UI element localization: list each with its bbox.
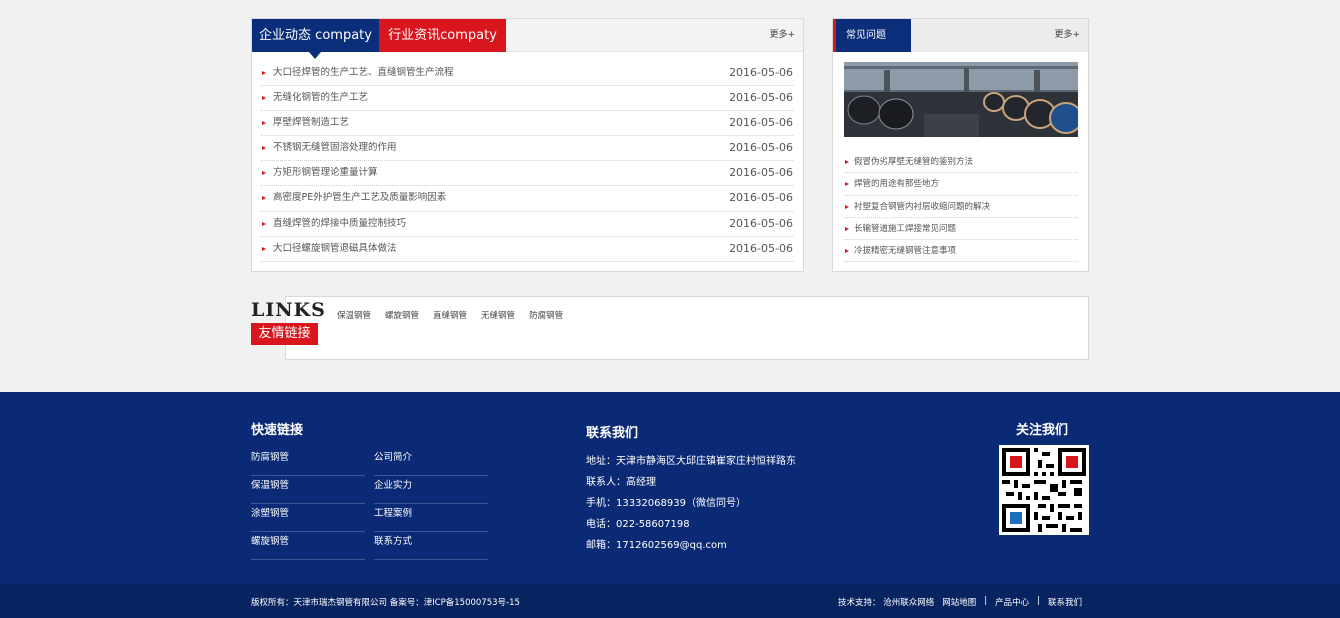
news-date: 2016-05-06 [729, 66, 793, 79]
tab-company-news[interactable]: 企业动态 compaty [252, 19, 379, 59]
news-date: 2016-05-06 [729, 166, 793, 180]
news-item[interactable]: 无缝化钢管的生产工艺 2016-05-06 [261, 86, 793, 112]
news-panel: 企业动态 compaty 行业资讯compaty 更多+ 大口径焊管的生产工艺、… [251, 18, 804, 272]
news-title[interactable]: 不锈钢无缝管固溶处理的作用 [273, 142, 397, 153]
friend-link[interactable]: 防腐钢管 [529, 309, 563, 321]
news-date: 2016-05-06 [729, 241, 793, 255]
faq-title[interactable]: 常见问题 [836, 19, 911, 52]
contact-person: 联系人：高经理 [586, 477, 656, 488]
news-more-link[interactable]: 更多+ [769, 19, 795, 52]
news-title[interactable]: 方矩形钢管理论重量计算 [273, 167, 378, 178]
news-title[interactable]: 直缝焊管的焊接中质量控制技巧 [273, 218, 406, 229]
news-list: 大口径焊管的生产工艺、直缝钢管生产流程 2016-05-06 无缝化钢管的生产工艺… [252, 52, 803, 262]
tech-support[interactable]: 技术支持： 沧州联众网络 [838, 596, 934, 608]
qr-code-graphic [1002, 448, 1086, 532]
friend-links-panel [285, 296, 1089, 360]
quick-link[interactable]: 涂塑钢管 [251, 504, 365, 532]
news-item[interactable]: 高密度PE外护管生产工艺及质量影响因素 2016-05-06 [261, 186, 793, 212]
faq-list: 假冒伪劣厚壁无缝管的鉴别方法 焊管的用途有那些地方 衬塑复合钢管内衬层收缩问题的… [844, 151, 1078, 263]
news-date: 2016-05-06 [729, 141, 793, 155]
faq-item[interactable]: 冷拔精密无缝钢管注意事项 [844, 240, 1078, 263]
friend-links-list: 保温钢管 螺旋钢管 直缝钢管 无缝钢管 防腐钢管 [337, 309, 577, 321]
faq-panel: 常见问题 更多+ 假冒伪劣厚壁无缝管的鉴别方法 焊管的用途有那些地方 衬塑复合钢… [832, 18, 1089, 272]
nav-sitemap[interactable]: 网站地图 [942, 596, 976, 608]
news-title[interactable]: 厚壁焊管制造工艺 [273, 117, 349, 128]
quick-link[interactable]: 螺旋钢管 [251, 532, 365, 560]
contact-title: 联系我们 [586, 426, 639, 441]
news-date: 2016-05-06 [729, 191, 793, 205]
quick-link[interactable]: 工程案例 [374, 504, 488, 532]
friend-link[interactable]: 保温钢管 [337, 309, 371, 321]
bottom-nav: 技术支持： 沧州联众网络 网站地图 | 产品中心 | 联系我们 [830, 596, 1082, 608]
news-item[interactable]: 厚壁焊管制造工艺 2016-05-06 [261, 111, 793, 137]
faq-item[interactable]: 假冒伪劣厚壁无缝管的鉴别方法 [844, 151, 1078, 174]
faq-item[interactable]: 长输管道施工焊接常见问题 [844, 218, 1078, 241]
quick-link[interactable]: 防腐钢管 [251, 448, 365, 476]
tab-industry-news[interactable]: 行业资讯compaty [379, 19, 506, 52]
faq-item[interactable]: 衬塑复合钢管内衬层收缩问题的解决 [844, 196, 1078, 218]
news-date: 2016-05-06 [729, 216, 793, 230]
links-subheading: 友情链接 [251, 323, 318, 345]
quick-link[interactable]: 联系方式 [374, 532, 488, 560]
nav-products[interactable]: 产品中心 [995, 596, 1029, 608]
news-tabbar: 企业动态 compaty 行业资讯compaty 更多+ [252, 19, 803, 59]
news-title[interactable]: 大口径螺旋钢管退磁具体做法 [273, 243, 397, 254]
quick-link[interactable]: 公司简介 [374, 448, 488, 476]
contact-info: 地址：天津市静海区大邱庄镇崔家庄村恒祥路东 联系人：高经理 手机：1333206… [586, 451, 796, 556]
contact-email: 邮箱：1712602569@qq.com [586, 540, 727, 551]
contact-phone: 电话：022-58607198 [586, 519, 690, 530]
friend-link[interactable]: 螺旋钢管 [385, 309, 419, 321]
news-date: 2016-05-06 [729, 91, 793, 105]
news-item[interactable]: 方矩形钢管理论重量计算 2016-05-06 [261, 161, 793, 187]
nav-separator: | [1037, 596, 1040, 606]
news-date: 2016-05-06 [729, 116, 793, 130]
news-item[interactable]: 不锈钢无缝管固溶处理的作用 2016-05-06 [261, 136, 793, 162]
quick-link[interactable]: 保温钢管 [251, 476, 365, 504]
news-item[interactable]: 直缝焊管的焊接中质量控制技巧 2016-05-06 [261, 212, 793, 237]
copyright-bar: 版权所有：天津市瑞杰钢管有限公司 备案号：津ICP备15000753号-15 技… [0, 584, 1340, 618]
news-title[interactable]: 高密度PE外护管生产工艺及质量影响因素 [273, 192, 446, 203]
quick-links-col-1: 防腐钢管 保温钢管 涂塑钢管 螺旋钢管 [251, 448, 365, 560]
friend-link[interactable]: 无缝钢管 [481, 309, 515, 321]
nav-separator: | [984, 596, 988, 606]
factory-pipes-image[interactable] [844, 62, 1078, 137]
links-heading: LINKS [251, 299, 326, 321]
follow-us-title: 关注我们 [1016, 423, 1069, 438]
copyright-text: 版权所有：天津市瑞杰钢管有限公司 备案号：津ICP备15000753号-15 [251, 598, 520, 608]
news-item[interactable]: 大口径焊管的生产工艺、直缝钢管生产流程 2016-05-06 [261, 61, 793, 87]
contact-address: 地址：天津市静海区大邱庄镇崔家庄村恒祥路东 [586, 456, 796, 467]
faq-item[interactable]: 焊管的用途有那些地方 [844, 173, 1078, 196]
faq-header: 常见问题 更多+ [833, 19, 1088, 52]
quick-links-title: 快速链接 [251, 423, 304, 438]
nav-contact[interactable]: 联系我们 [1048, 596, 1082, 608]
site-footer: 快速链接 防腐钢管 保温钢管 涂塑钢管 螺旋钢管 公司简介 企业实力 工程案例 … [0, 392, 1340, 584]
news-item[interactable]: 大口径螺旋钢管退磁具体做法 2016-05-06 [261, 237, 793, 262]
quick-link[interactable]: 企业实力 [374, 476, 488, 504]
news-title[interactable]: 无缝化钢管的生产工艺 [273, 92, 368, 103]
qr-code[interactable] [999, 445, 1089, 535]
friend-link[interactable]: 直缝钢管 [433, 309, 467, 321]
news-title[interactable]: 大口径焊管的生产工艺、直缝钢管生产流程 [273, 67, 454, 78]
quick-links-col-2: 公司简介 企业实力 工程案例 联系方式 [374, 448, 488, 560]
faq-more-link[interactable]: 更多+ [1054, 19, 1080, 52]
contact-mobile: 手机：13332068939（微信同号） [586, 498, 746, 509]
pipes-illustration [844, 62, 1078, 137]
